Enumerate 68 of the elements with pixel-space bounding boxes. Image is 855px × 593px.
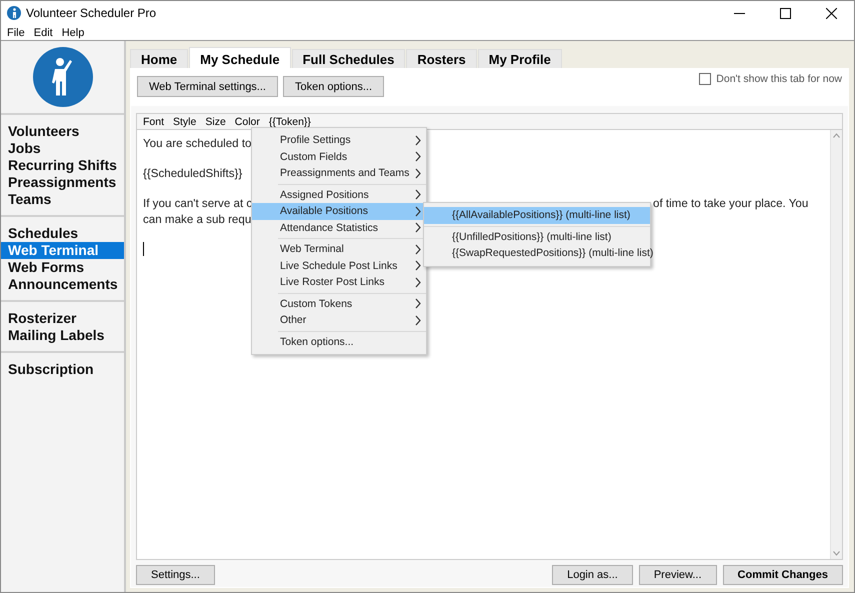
sidebar-item[interactable]: Web Terminal xyxy=(1,242,124,259)
format-menu-item[interactable]: Style xyxy=(173,116,196,128)
tab[interactable]: Rosters xyxy=(406,49,477,68)
sidebar-item[interactable]: Preassignments xyxy=(1,174,124,191)
editor-text: can make a sub requ xyxy=(143,212,252,228)
editor-text: of time to take your place. You xyxy=(653,196,808,212)
sidebar-item[interactable]: Jobs xyxy=(1,140,124,157)
chevron-right-icon xyxy=(415,206,421,217)
format-menu-item[interactable]: {{Token}} xyxy=(268,116,311,128)
tab[interactable]: My Schedule xyxy=(189,47,291,68)
editor-text: {{ScheduledShifts}} xyxy=(143,166,242,182)
format-menu-item[interactable]: Color xyxy=(234,116,260,128)
checkbox-label: Don't show this tab for now xyxy=(716,73,842,85)
window-title: Volunteer Scheduler Pro xyxy=(26,6,158,20)
footer-button[interactable]: Preview... xyxy=(638,565,717,585)
chevron-right-icon xyxy=(415,260,421,272)
toolbar-button[interactable]: Token options... xyxy=(282,76,384,97)
chevron-right-icon xyxy=(415,244,421,255)
sidebar-item[interactable]: Schedules xyxy=(1,225,124,242)
close-icon[interactable] xyxy=(826,8,836,18)
sidebar-item[interactable]: Subscription xyxy=(1,361,124,378)
checkbox[interactable] xyxy=(699,73,712,85)
tab[interactable]: Full Schedules xyxy=(292,49,406,68)
menu-item[interactable]: Edit xyxy=(34,26,53,38)
menu-item[interactable]: Help xyxy=(62,26,84,38)
menu-item[interactable]: Live Roster Post Links xyxy=(252,274,426,290)
menu-item[interactable]: {{AllAvailablePositions}} (multi-line list) xyxy=(424,207,650,224)
tab[interactable]: Home xyxy=(130,49,188,68)
maximize-icon[interactable] xyxy=(780,8,790,18)
sidebar-item[interactable]: Recurring Shifts xyxy=(1,157,124,174)
tab[interactable]: My Profile xyxy=(478,49,562,68)
chevron-right-icon xyxy=(415,168,421,179)
sidebar-item[interactable]: Announcements xyxy=(1,276,124,293)
menu-item[interactable]: Profile Settings xyxy=(252,132,426,148)
sidebar-item[interactable]: Volunteers xyxy=(1,123,124,140)
footer-button[interactable]: Commit Changes xyxy=(722,565,843,585)
chevron-right-icon xyxy=(415,151,421,162)
menu-item[interactable]: Preassignments and Teams xyxy=(252,165,426,182)
editor-text: You are scheduled to xyxy=(143,136,252,152)
chevron-right-icon xyxy=(415,222,421,234)
menu-item[interactable]: Live Schedule Post Links xyxy=(252,258,426,274)
person-waving-logo xyxy=(32,47,92,107)
menu-item[interactable]: {{UnfilledPositions}} (multi-line list) xyxy=(424,228,650,245)
format-menu-item[interactable]: Font xyxy=(143,116,164,128)
chevron-right-icon xyxy=(415,314,421,326)
app-icon xyxy=(7,6,21,20)
sidebar-item[interactable]: Teams xyxy=(1,191,124,208)
toolbar-button[interactable]: Web Terminal settings... xyxy=(137,76,278,97)
footer-button[interactable]: Settings... xyxy=(136,565,215,585)
menu-item[interactable]: Web Terminal xyxy=(252,241,426,258)
menu-item[interactable]: Other xyxy=(252,312,426,328)
menu-item[interactable]: Custom Fields xyxy=(252,148,426,165)
chevron-right-icon xyxy=(415,276,421,288)
sidebar-item[interactable]: Mailing Labels xyxy=(1,327,124,344)
menu-item[interactable]: Attendance Statistics xyxy=(252,220,426,236)
chevron-right-icon xyxy=(415,298,421,310)
menu-item[interactable]: File xyxy=(7,26,25,38)
sidebar-item[interactable]: Web Forms xyxy=(1,259,124,276)
menu-item[interactable]: Available Positions xyxy=(252,203,426,220)
chevron-right-icon xyxy=(415,189,421,200)
text-cursor xyxy=(143,242,144,256)
menu-item[interactable]: Token options... xyxy=(252,334,426,350)
sidebar-item[interactable]: Rosterizer xyxy=(1,310,124,327)
menu-item[interactable]: Assigned Positions xyxy=(252,186,426,203)
chevron-right-icon xyxy=(415,134,421,146)
footer-button[interactable]: Login as... xyxy=(552,565,633,585)
format-menu-item[interactable]: Size xyxy=(205,116,226,128)
menu-item[interactable]: Custom Tokens xyxy=(252,296,426,312)
